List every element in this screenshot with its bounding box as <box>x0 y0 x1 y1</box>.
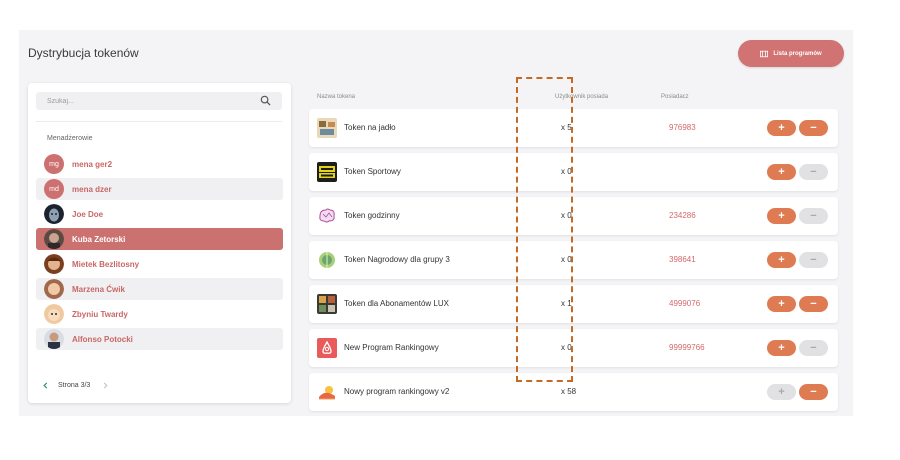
managers-label: Menadżerowie <box>47 135 93 142</box>
token-owner: 99999766 <box>669 343 705 352</box>
add-token-button[interactable]: + <box>767 296 796 312</box>
manager-name: Marzena Ćwik <box>72 284 125 294</box>
food-token-icon <box>317 118 337 138</box>
manager-name: Joe Doe <box>72 209 104 219</box>
token-count: x 58 <box>561 387 577 396</box>
manager-item[interactable]: Mietek Bezlitosny <box>36 253 283 275</box>
brain-icon <box>317 206 337 226</box>
manager-item[interactable]: Marzena Ćwik <box>36 278 283 300</box>
add-token-button[interactable]: + <box>767 164 796 180</box>
list-icon <box>760 50 769 57</box>
remove-token-button[interactable]: − <box>799 120 828 136</box>
manager-name: mena dzer <box>72 184 112 194</box>
token-row: Token godzinny x 0 234286 + − <box>309 197 838 235</box>
add-token-button[interactable]: + <box>767 120 796 136</box>
token-name: Token Nagrodowy dla grupy 3 <box>344 255 450 264</box>
manager-name: Zbyniu Twardy <box>72 309 128 319</box>
token-row: Nowy program rankingowy v2 x 58 + − <box>309 373 838 411</box>
token-count: x 0 <box>561 255 572 264</box>
remove-token-button[interactable]: − <box>799 384 828 400</box>
token-row: Token na jadło x 5 976983 + − <box>309 109 838 147</box>
programs-list-button[interactable]: Lista programów <box>738 40 844 67</box>
column-header-owner: Posiadacz <box>661 94 689 100</box>
remove-token-button[interactable]: − <box>799 340 828 356</box>
avatar: mg <box>44 154 64 174</box>
column-header-name: Nazwa tokena <box>317 94 356 100</box>
token-row: Token dla Abonamentów LUX x 1 4999076 + … <box>309 285 838 323</box>
next-page-button[interactable] <box>100 380 110 390</box>
app-canvas: Dystrybucja tokenów Lista programów Mena… <box>19 30 853 416</box>
token-owner: 976983 <box>669 123 696 132</box>
manager-item-active[interactable]: Kuba Zetorski <box>36 228 283 250</box>
programs-list-label: Lista programów <box>773 50 822 57</box>
search-box <box>36 92 282 110</box>
add-token-button[interactable]: + <box>767 340 796 356</box>
manager-item[interactable]: mg mena ger2 <box>36 153 283 175</box>
best-gym-icon <box>317 162 337 182</box>
token-owner: 398641 <box>669 255 696 264</box>
token-owner: 234286 <box>669 211 696 220</box>
chevron-left-icon <box>42 381 47 389</box>
token-row: Token Nagrodowy dla grupy 3 x 0 398641 +… <box>309 241 838 279</box>
nature-icon <box>317 250 337 270</box>
avatar <box>44 279 64 299</box>
remove-token-button[interactable]: − <box>799 252 828 268</box>
token-count: x 5 <box>561 123 572 132</box>
sun-icon <box>317 382 337 402</box>
page-indicator: Strona 3/3 <box>58 381 91 389</box>
manager-item[interactable]: Joe Doe <box>36 203 283 225</box>
token-name: Token na jadło <box>344 123 396 132</box>
page-title: Dystrybucja tokenów <box>28 46 139 60</box>
add-token-button[interactable]: + <box>767 208 796 224</box>
airbnb-icon <box>317 338 337 358</box>
avatar <box>44 204 64 224</box>
token-row: New Program Rankingowy x 0 99999766 + − <box>309 329 838 367</box>
remove-token-button[interactable]: − <box>799 208 828 224</box>
search-input[interactable] <box>36 97 256 105</box>
avatar <box>44 254 64 274</box>
avatar <box>44 304 64 324</box>
manager-name: mena ger2 <box>72 159 113 169</box>
token-count: x 1 <box>561 299 572 308</box>
token-name: Token dla Abonamentów LUX <box>344 299 449 308</box>
manager-name: Kuba Zetorski <box>72 234 126 244</box>
manager-name: Mietek Bezlitosny <box>72 259 140 269</box>
column-header-count: Użytkownik posiada <box>555 94 609 100</box>
avatar: md <box>44 179 64 199</box>
search-icon[interactable] <box>260 95 271 106</box>
pagination: Strona 3/3 <box>40 380 110 390</box>
remove-token-button[interactable]: − <box>799 164 828 180</box>
token-name: Token Sportowy <box>344 167 401 176</box>
token-name: Nowy program rankingowy v2 <box>344 387 450 396</box>
divider <box>36 121 282 122</box>
token-name: New Program Rankingowy <box>344 343 439 352</box>
token-count: x 0 <box>561 343 572 352</box>
remove-token-button[interactable]: − <box>799 296 828 312</box>
token-row: Token Sportowy x 0 + − <box>309 153 838 191</box>
token-count: x 0 <box>561 211 572 220</box>
token-owner: 4999076 <box>669 299 701 308</box>
manager-item[interactable]: Zbyniu Twardy <box>36 303 283 325</box>
managers-panel: Menadżerowie mg mena ger2 md mena dzer J… <box>28 83 291 403</box>
lux-icon <box>317 294 337 314</box>
prev-page-button[interactable] <box>40 380 50 390</box>
avatar <box>44 329 64 349</box>
add-token-button[interactable]: + <box>767 252 796 268</box>
manager-item[interactable]: Alfonso Potocki <box>36 328 283 350</box>
avatar <box>44 229 64 249</box>
manager-item[interactable]: md mena dzer <box>36 178 283 200</box>
token-name: Token godzinny <box>344 211 400 220</box>
manager-name: Alfonso Potocki <box>72 334 133 344</box>
chevron-right-icon <box>103 382 108 388</box>
add-token-button[interactable]: + <box>767 384 796 400</box>
token-count: x 0 <box>561 167 572 176</box>
